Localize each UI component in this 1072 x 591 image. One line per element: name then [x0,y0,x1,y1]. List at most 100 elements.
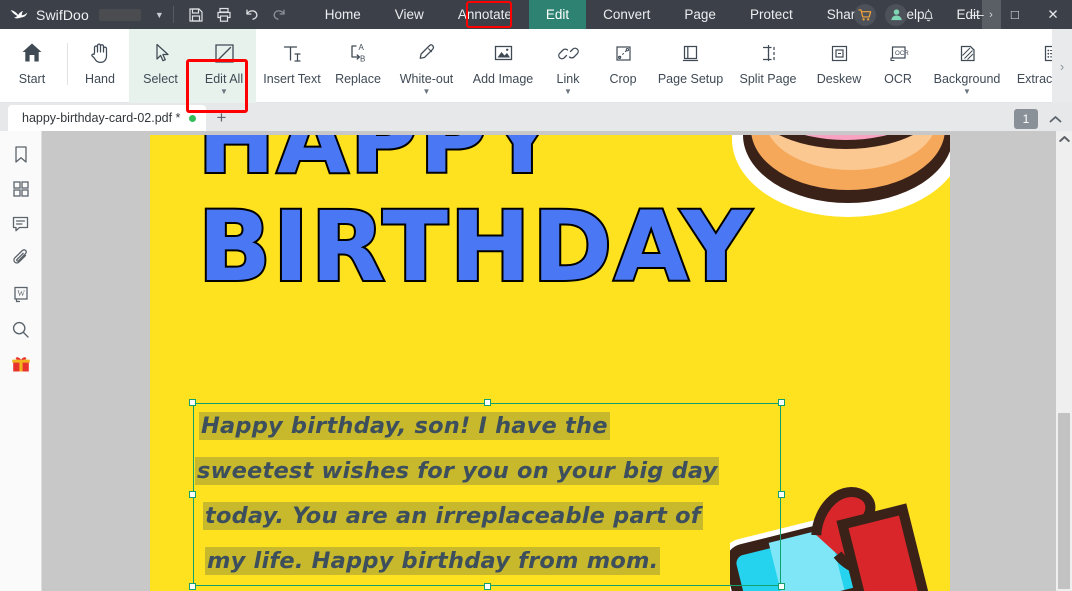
sidebar-item-thumbnails[interactable] [8,178,34,200]
left-side-rail: W [0,131,42,591]
resize-handle-middle-left[interactable] [189,491,196,498]
resize-handle-top-left[interactable] [189,399,196,406]
unsaved-changes-dot-icon [189,114,197,122]
ribbon-overflow-button[interactable]: › [1052,29,1072,103]
ribbon-background-label: Background [933,72,1001,86]
split-page-icon [756,36,781,70]
user-account-button[interactable] [885,3,907,26]
ribbon-add-image-button[interactable]: Add Image [465,29,541,103]
save-button[interactable] [182,0,210,29]
close-button[interactable]: ✕ [1034,0,1072,29]
pdf-viewer[interactable]: HAPPY BIRTHDAY Happy birthday, son! I ha… [42,131,1056,591]
document-tab-label: happy-birthday-card-02.pdf * [22,111,181,125]
chevron-down-icon[interactable]: ▼ [155,10,164,20]
page-heading-line1: HAPPY [196,135,558,196]
chevron-down-icon[interactable]: ▼ [220,88,228,96]
deskew-icon [827,36,852,70]
ribbon-hand-button[interactable]: Hand [71,29,129,103]
resize-handle-middle-right[interactable] [778,491,785,498]
add-image-icon [491,36,516,70]
shop-cart-button[interactable] [854,3,876,26]
maximize-button[interactable]: □ [996,0,1034,29]
sidebar-item-word-export[interactable]: W [8,283,34,305]
brand-area[interactable]: SwifDoo ▼ [0,5,164,25]
chevron-down-icon[interactable]: ▼ [423,88,431,96]
white-out-marker-icon [414,36,439,70]
ribbon-ocr-button[interactable]: OCR OCR [872,29,924,103]
ribbon-divider [67,43,68,85]
ribbon-background-button[interactable]: Background ▼ [924,29,1010,103]
cursor-arrow-icon [149,36,173,70]
titlebar-right-cluster: — □ ✕ [854,0,1072,29]
user-avatar-icon [890,9,902,21]
chevron-down-icon[interactable]: ▼ [564,88,572,96]
ribbon-insert-text-button[interactable]: Insert Text [256,29,328,103]
text-line-1-content: Happy birthday, son! I have the [199,411,610,440]
title-bar: SwifDoo ▼ Home View Annotate Edit Conver… [0,0,1072,29]
menu-home[interactable]: Home [308,0,378,29]
pdf-page[interactable]: HAPPY BIRTHDAY Happy birthday, son! I ha… [150,135,950,591]
ribbon-crop-button[interactable]: Crop [595,29,651,103]
svg-text:W: W [17,289,25,298]
svg-text:OCR: OCR [895,50,909,57]
text-line-4-content: my life. Happy birthday from mom. [205,546,661,575]
ribbon-page-setup-label: Page Setup [657,72,724,86]
print-button[interactable] [210,0,238,29]
ribbon-link-label: Link [556,72,580,86]
edit-pencil-square-icon [212,36,237,70]
chevron-up-icon [1049,115,1061,122]
menu-convert[interactable]: Convert [586,0,667,29]
hand-icon [88,36,113,70]
menu-view[interactable]: View [378,0,441,29]
undo-button[interactable] [238,0,266,29]
sidebar-item-search[interactable] [8,318,34,340]
paperclip-icon [12,249,27,264]
gift-box-icon [11,357,30,372]
resize-handle-top-center[interactable] [484,399,491,406]
ribbon-add-image-label: Add Image [472,72,534,86]
resize-handle-bottom-center[interactable] [484,583,491,590]
scroll-up-button[interactable] [1056,131,1072,147]
sidebar-item-bookmarks[interactable] [8,143,34,165]
ribbon-link-button[interactable]: Link ▼ [541,29,595,103]
collapse-ribbon-button[interactable] [1046,110,1064,128]
menu-page[interactable]: Page [667,0,733,29]
sidebar-item-comments[interactable] [8,213,34,235]
page-heading-line2: BIRTHDAY [196,191,753,303]
chevron-down-icon[interactable]: ▼ [963,88,971,96]
ribbon-deskew-button[interactable]: Deskew [806,29,872,103]
notifications-button[interactable] [916,0,940,29]
ribbon-start-button[interactable]: Start [0,29,64,103]
selected-text-object[interactable]: Happy birthday, son! I have the sweetest… [189,399,785,590]
sidebar-item-gift-promo[interactable] [8,353,34,375]
svg-text:B: B [360,54,365,63]
new-tab-button[interactable]: + [206,105,236,131]
redo-button[interactable] [266,0,294,29]
minimize-button[interactable]: — [958,0,996,29]
menu-annotate[interactable]: Annotate [441,0,529,29]
resize-handle-top-right[interactable] [778,399,785,406]
svg-text:A: A [358,43,364,52]
ribbon-insert-text-label: Insert Text [263,72,321,86]
ribbon-white-out-label: White-out [399,72,454,86]
vertical-scrollbar[interactable] [1056,131,1072,591]
page-number-badge[interactable]: 1 [1014,109,1038,129]
ribbon-page-setup-button[interactable]: Page Setup [651,29,730,103]
menu-edit[interactable]: Edit [528,0,587,29]
ribbon-replace-label: Replace [335,72,381,86]
document-tab[interactable]: happy-birthday-card-02.pdf * [8,105,207,131]
resize-handle-bottom-right[interactable] [778,583,785,590]
ribbon-replace-button[interactable]: A B Replace [328,29,388,103]
ribbon-edit-all-button[interactable]: Edit All ▼ [192,29,256,103]
resize-handle-bottom-left[interactable] [189,583,196,590]
insert-text-icon [280,36,304,70]
menu-protect[interactable]: Protect [733,0,810,29]
titlebar-divider [172,6,174,23]
ribbon-select-label: Select [143,72,178,86]
replace-ab-icon: A B [346,36,371,70]
ribbon-white-out-button[interactable]: White-out ▼ [388,29,465,103]
sidebar-item-attachments[interactable] [8,248,34,270]
ribbon-split-page-button[interactable]: Split Page [730,29,806,103]
ribbon-select-button[interactable]: Select [129,29,192,103]
scrollbar-thumb[interactable] [1058,413,1070,589]
